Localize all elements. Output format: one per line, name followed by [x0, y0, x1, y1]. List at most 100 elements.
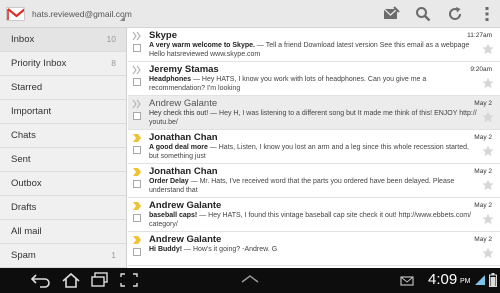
unread-count: 1: [111, 250, 116, 260]
sidebar-item-label: Inbox: [11, 34, 35, 45]
message-snippet: — How's it going? -Andrew. G: [182, 246, 278, 253]
message-sender: Skype: [149, 30, 177, 41]
screenshot-icon[interactable]: [118, 272, 140, 288]
not-important-marker-icon[interactable]: [132, 65, 142, 75]
select-checkbox[interactable]: [133, 78, 141, 86]
chevron-up-icon[interactable]: [240, 274, 260, 284]
sidebar-item-label: Starred: [11, 82, 43, 93]
sidebar-item-label: Priority Inbox: [11, 58, 67, 69]
message-preview: Headphones — Hey HATS, I know you work w…: [149, 75, 479, 93]
select-checkbox[interactable]: [133, 248, 141, 256]
not-important-marker-icon[interactable]: [132, 31, 142, 41]
star-icon[interactable]: [482, 111, 494, 123]
important-marker-icon[interactable]: [132, 167, 142, 177]
message-preview: A good deal more — Hats, Listen, I know …: [149, 143, 479, 161]
account-email[interactable]: hats.reviewed@gmail.com: [32, 9, 132, 19]
back-icon[interactable]: [30, 272, 52, 288]
sidebar-item-label: Drafts: [11, 202, 37, 213]
folder-sidebar: Inbox 10 Priority Inbox 8 Starred Import…: [0, 28, 127, 268]
recent-apps-icon[interactable]: [89, 272, 111, 288]
sidebar-item-label: Important: [11, 106, 52, 117]
message-preview: Hi Buddy! — How's it going? -Andrew. G: [149, 245, 479, 254]
account-dropdown-icon[interactable]: [120, 16, 125, 21]
sidebar-item-starred[interactable]: Starred: [0, 76, 126, 100]
sidebar-item-outbox[interactable]: Outbox: [0, 172, 126, 196]
message-row[interactable]: Andrew Galante May 2 Hey check this out!…: [128, 96, 500, 130]
sidebar-item-drafts[interactable]: Drafts: [0, 196, 126, 220]
message-row[interactable]: Skype 11:27am A very warm welcome to Sky…: [128, 28, 500, 62]
action-bar: hats.reviewed@gmail.com: [0, 0, 500, 28]
battery-icon: [489, 273, 497, 287]
message-preview: A very warm welcome to Skype. — Tell a f…: [149, 41, 479, 59]
sidebar-item-important[interactable]: Important: [0, 100, 126, 124]
message-row[interactable]: Jonathan Chan May 2 Order Delay — Mr. Ha…: [128, 164, 500, 198]
message-sender: Andrew Galante: [149, 98, 218, 109]
notification-icon[interactable]: [400, 275, 414, 287]
home-icon[interactable]: [60, 272, 82, 288]
sidebar-item-chats[interactable]: Chats: [0, 124, 126, 148]
unread-count: 8: [111, 58, 116, 68]
sidebar-item-spam[interactable]: Spam 1: [0, 244, 126, 268]
star-icon[interactable]: [482, 43, 494, 55]
message-subject: Headphones: [149, 76, 192, 83]
message-preview: baseball caps! — Hey HATS, I found this …: [149, 211, 479, 229]
star-icon[interactable]: [482, 77, 494, 89]
refresh-icon[interactable]: [446, 5, 464, 23]
message-subject: Hey check this out!: [149, 110, 209, 117]
important-marker-icon[interactable]: [132, 133, 142, 143]
message-sender: Jeremy Stamas: [149, 64, 219, 75]
message-row[interactable]: Jonathan Chan May 2 A good deal more — H…: [128, 130, 500, 164]
message-sender: Jonathan Chan: [149, 132, 218, 143]
not-important-marker-icon[interactable]: [132, 99, 142, 109]
select-checkbox[interactable]: [133, 146, 141, 154]
overflow-menu-icon[interactable]: [478, 5, 496, 23]
message-time: 9:20am: [470, 66, 492, 73]
status-ampm: PM: [460, 278, 471, 285]
message-subject: A very warm welcome to Skype.: [149, 42, 255, 49]
gmail-icon[interactable]: [6, 7, 25, 21]
select-checkbox[interactable]: [133, 214, 141, 222]
select-checkbox[interactable]: [133, 112, 141, 120]
message-time: May 2: [474, 236, 492, 243]
sidebar-item-label: All mail: [11, 226, 42, 237]
select-checkbox[interactable]: [133, 180, 141, 188]
status-clock[interactable]: 4:09: [428, 271, 457, 288]
message-list: Skype 11:27am A very warm welcome to Sky…: [128, 28, 500, 268]
message-time: May 2: [474, 168, 492, 175]
sidebar-item-label: Spam: [11, 250, 36, 261]
message-time: May 2: [474, 202, 492, 209]
star-icon[interactable]: [482, 145, 494, 157]
sidebar-item-label: Outbox: [11, 178, 42, 189]
message-snippet: — Hey HATS, I know you work with lots of…: [149, 76, 427, 92]
select-checkbox[interactable]: [133, 44, 141, 52]
message-time: May 2: [474, 100, 492, 107]
sidebar-item-all-mail[interactable]: All mail: [0, 220, 126, 244]
message-time: 11:27am: [467, 32, 492, 39]
message-sender: Jonathan Chan: [149, 166, 218, 177]
message-row[interactable]: Andrew Galante May 2 Hi Buddy! — How's i…: [128, 232, 500, 266]
star-icon[interactable]: [482, 213, 494, 225]
message-subject: A good deal more: [149, 144, 208, 151]
important-marker-icon[interactable]: [132, 201, 142, 211]
important-marker-icon[interactable]: [132, 235, 142, 245]
star-icon[interactable]: [482, 179, 494, 191]
message-sender: Andrew Galante: [149, 234, 222, 245]
sidebar-item-label: Sent: [11, 154, 31, 165]
wifi-icon: [474, 274, 486, 286]
message-sender: Andrew Galante: [149, 200, 222, 211]
message-snippet: — Hey HATS, I found this vintage basebal…: [149, 212, 472, 228]
system-bar: 4:09 PM: [0, 268, 500, 293]
message-row[interactable]: Jeremy Stamas 9:20am Headphones — Hey HA…: [128, 62, 500, 96]
unread-count: 10: [106, 34, 116, 44]
sidebar-item-priority-inbox[interactable]: Priority Inbox 8: [0, 52, 126, 76]
sidebar-item-inbox[interactable]: Inbox 10: [0, 28, 126, 52]
message-row[interactable]: Andrew Galante May 2 baseball caps! — He…: [128, 198, 500, 232]
message-preview: Hey check this out! — Hey H, I was liste…: [149, 109, 479, 127]
compose-icon[interactable]: [382, 5, 400, 23]
sidebar-item-sent[interactable]: Sent: [0, 148, 126, 172]
message-snippet: — Mr. Hats, I've received word that the …: [149, 178, 455, 194]
search-icon[interactable]: [414, 5, 432, 23]
message-time: May 2: [474, 134, 492, 141]
sidebar-item-label: Chats: [11, 130, 36, 141]
star-icon[interactable]: [482, 247, 494, 259]
